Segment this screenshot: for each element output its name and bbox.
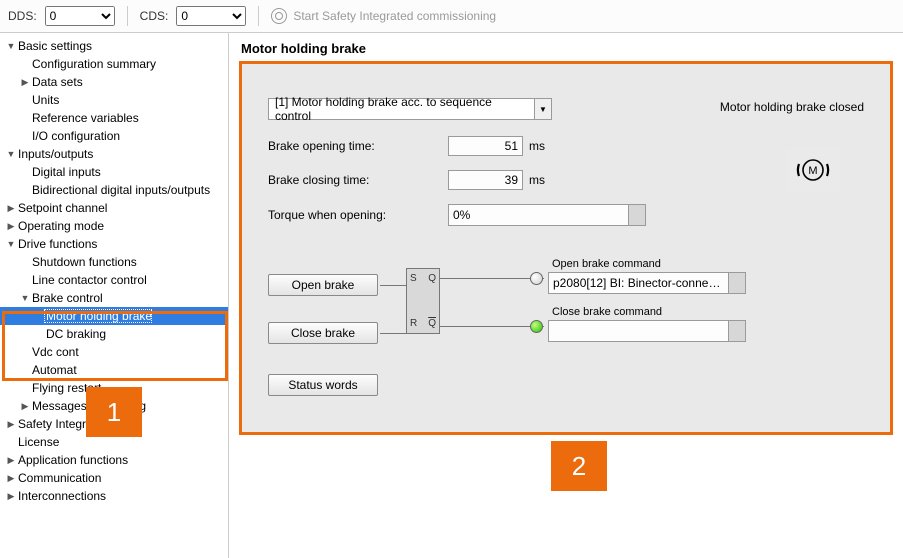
wire bbox=[380, 333, 406, 334]
tree-item-label: Units bbox=[30, 93, 59, 107]
safety-action-label: Start Safety Integrated commissioning bbox=[293, 9, 496, 23]
expand-arrow-icon: ▶ bbox=[6, 203, 16, 214]
top-toolbar: DDS: 0 CDS: 0 Start Safety Integrated co… bbox=[0, 0, 903, 33]
tree-item[interactable]: ▶Application functions bbox=[0, 451, 228, 469]
open-brake-command-value: p2080[12] BI: Binector-connector bbox=[549, 276, 728, 290]
close-brake-command-label: Close brake command bbox=[552, 306, 662, 318]
tree-item-label: Drive functions bbox=[16, 237, 97, 251]
tree-item[interactable]: Configuration summary bbox=[0, 55, 228, 73]
start-safety-commissioning-button[interactable]: Start Safety Integrated commissioning bbox=[271, 8, 496, 24]
tree-item-label: I/O configuration bbox=[30, 129, 120, 143]
selector-button[interactable] bbox=[628, 205, 645, 225]
brake-opening-time-label: Brake opening time: bbox=[268, 139, 448, 153]
tree-item[interactable]: Units bbox=[0, 91, 228, 109]
separator bbox=[127, 6, 128, 26]
tree-item[interactable]: ▶Operating mode bbox=[0, 217, 228, 235]
torque-when-opening-label: Torque when opening: bbox=[268, 208, 448, 222]
separator bbox=[258, 6, 259, 26]
expand-arrow-icon: ▶ bbox=[6, 221, 16, 232]
brake-opening-time-input[interactable] bbox=[448, 136, 523, 156]
expand-arrow-icon: ▼ bbox=[20, 293, 30, 303]
tree-item-label: Line contactor control bbox=[30, 273, 147, 287]
tree-item[interactable]: ▶Communication bbox=[0, 469, 228, 487]
expand-arrow-icon: ▶ bbox=[6, 419, 16, 430]
chevron-down-icon: ▼ bbox=[534, 99, 551, 119]
brake-status-text: Motor holding brake closed bbox=[720, 100, 864, 114]
selector-button[interactable] bbox=[728, 273, 745, 293]
cds-label: CDS: bbox=[140, 9, 169, 23]
tree-item-label: Setpoint channel bbox=[16, 201, 107, 215]
expand-arrow-icon: ▼ bbox=[6, 41, 16, 51]
expand-arrow-icon: ▶ bbox=[6, 491, 16, 502]
tree-item[interactable]: Reference variables bbox=[0, 109, 228, 127]
close-brake-command-input[interactable] bbox=[548, 320, 746, 342]
open-brake-led bbox=[530, 272, 543, 285]
cds-select[interactable]: 0 bbox=[176, 6, 246, 26]
tree-item[interactable]: Bidirectional digital inputs/outputs bbox=[0, 181, 228, 199]
tree-item[interactable]: Line contactor control bbox=[0, 271, 228, 289]
tree-item[interactable]: ▼Drive functions bbox=[0, 235, 228, 253]
callout-number-2: 2 bbox=[551, 441, 607, 491]
tree-item[interactable]: ▶Setpoint channel bbox=[0, 199, 228, 217]
tree-item-label: Operating mode bbox=[16, 219, 104, 233]
expand-arrow-icon: ▼ bbox=[6, 239, 16, 249]
tree-item-label: Basic settings bbox=[16, 39, 92, 53]
expand-arrow-icon: ▶ bbox=[6, 473, 16, 484]
tree-item[interactable]: I/O configuration bbox=[0, 127, 228, 145]
wire bbox=[440, 278, 544, 279]
tree-item-label: Shutdown functions bbox=[30, 255, 137, 269]
tree-item[interactable]: ▼Brake control bbox=[0, 289, 228, 307]
unit-ms: ms bbox=[529, 139, 545, 153]
expand-arrow-icon: ▶ bbox=[6, 455, 16, 466]
tree-item-label: Inputs/outputs bbox=[16, 147, 93, 161]
page-title: Motor holding brake bbox=[229, 33, 903, 60]
dds-select[interactable]: 0 bbox=[45, 6, 115, 26]
svg-text:M: M bbox=[808, 165, 817, 177]
tree-item-label: Communication bbox=[16, 471, 101, 485]
tree-item-label: Application functions bbox=[16, 453, 128, 467]
tree-item[interactable]: ▶Interconnections bbox=[0, 487, 228, 505]
open-brake-command-label: Open brake command bbox=[552, 258, 661, 270]
tree-item[interactable]: Digital inputs bbox=[0, 163, 228, 181]
tree-item-label: Configuration summary bbox=[30, 57, 156, 71]
callout-highlight-1 bbox=[2, 311, 228, 381]
gear-icon bbox=[271, 8, 287, 24]
brake-closing-time-label: Brake closing time: bbox=[268, 173, 448, 187]
tree-item-label: Bidirectional digital inputs/outputs bbox=[30, 183, 210, 197]
tree-item[interactable]: ▼Basic settings bbox=[0, 37, 228, 55]
callout-number-1: 1 bbox=[86, 387, 142, 437]
motor-icon: M bbox=[786, 149, 840, 191]
torque-when-opening-input[interactable]: 0% bbox=[448, 204, 646, 226]
brake-closing-time-input[interactable] bbox=[448, 170, 523, 190]
tree-item-label: Data sets bbox=[30, 75, 83, 89]
tree-item[interactable]: ▼Inputs/outputs bbox=[0, 145, 228, 163]
open-brake-button[interactable]: Open brake bbox=[268, 274, 378, 296]
tree-item-label: Brake control bbox=[30, 291, 103, 305]
tree-item-label: Reference variables bbox=[30, 111, 139, 125]
dds-label: DDS: bbox=[8, 9, 37, 23]
open-brake-command-input[interactable]: p2080[12] BI: Binector-connector bbox=[548, 272, 746, 294]
status-words-button[interactable]: Status words bbox=[268, 374, 378, 396]
tree-item-label: Digital inputs bbox=[30, 165, 101, 179]
brake-mode-value: [1] Motor holding brake acc. to sequence… bbox=[269, 95, 534, 123]
expand-arrow-icon: ▶ bbox=[20, 77, 30, 88]
expand-arrow-icon: ▶ bbox=[20, 401, 30, 412]
tree-item-label: License bbox=[16, 435, 59, 449]
close-brake-led bbox=[530, 320, 543, 333]
tree-item[interactable]: ▶Data sets bbox=[0, 73, 228, 91]
main-content: Motor holding brake [1] Motor holding br… bbox=[229, 33, 903, 558]
brake-mode-dropdown[interactable]: [1] Motor holding brake acc. to sequence… bbox=[268, 98, 552, 120]
tree-item[interactable]: Shutdown functions bbox=[0, 253, 228, 271]
wire bbox=[440, 326, 544, 327]
close-brake-button[interactable]: Close brake bbox=[268, 322, 378, 344]
wire bbox=[380, 285, 406, 286]
selector-button[interactable] bbox=[728, 321, 745, 341]
tree-item-label: Interconnections bbox=[16, 489, 106, 503]
expand-arrow-icon: ▼ bbox=[6, 149, 16, 159]
torque-value: 0% bbox=[449, 208, 628, 222]
motor-holding-brake-panel: [1] Motor holding brake acc. to sequence… bbox=[239, 61, 893, 435]
navigation-tree: ▼Basic settingsConfiguration summary▶Dat… bbox=[0, 33, 229, 558]
unit-ms: ms bbox=[529, 173, 545, 187]
sr-flipflop: S Q R Q bbox=[406, 268, 440, 334]
